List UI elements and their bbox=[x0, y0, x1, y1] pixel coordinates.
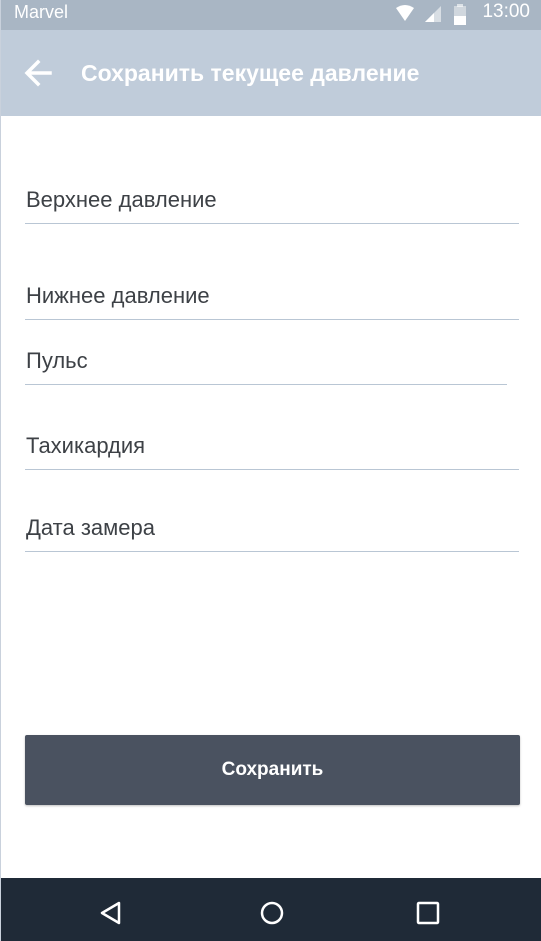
measurement-date-label: Дата замера bbox=[26, 515, 155, 540]
diastolic-pressure-label: Нижнее давление bbox=[26, 283, 210, 308]
page-title: Сохранить текущее давление bbox=[81, 60, 420, 86]
clock: 13:00 bbox=[482, 1, 530, 22]
navigation-bar bbox=[1, 878, 541, 941]
diastolic-pressure-field[interactable]: Нижнее давление bbox=[25, 280, 519, 320]
pulse-label: Пульс bbox=[26, 348, 88, 373]
tachycardia-field[interactable]: Тахикардия bbox=[25, 430, 519, 470]
systolic-pressure-field[interactable]: Верхнее давление bbox=[25, 184, 519, 224]
save-button[interactable]: Сохранить bbox=[25, 735, 520, 805]
systolic-pressure-label: Верхнее давление bbox=[26, 187, 217, 212]
carrier-name: Marvel bbox=[14, 2, 69, 22]
arrow-left-icon[interactable] bbox=[23, 58, 53, 88]
pulse-field[interactable]: Пульс bbox=[25, 345, 507, 385]
signal-icon bbox=[425, 6, 441, 22]
square-recent-icon[interactable] bbox=[415, 900, 441, 926]
triangle-back-icon[interactable] bbox=[98, 900, 124, 926]
tachycardia-label: Тахикардия bbox=[26, 433, 146, 458]
phone-screen: Marvel 13:00 Сохранить текущее давление … bbox=[0, 0, 541, 941]
battery-icon bbox=[454, 4, 466, 25]
app-bar: Сохранить текущее давление bbox=[1, 30, 541, 116]
circle-home-icon[interactable] bbox=[259, 900, 285, 926]
wifi-icon bbox=[396, 5, 414, 21]
measurement-date-field[interactable]: Дата замера bbox=[25, 512, 519, 552]
status-bar: Marvel 13:00 bbox=[1, 0, 541, 30]
